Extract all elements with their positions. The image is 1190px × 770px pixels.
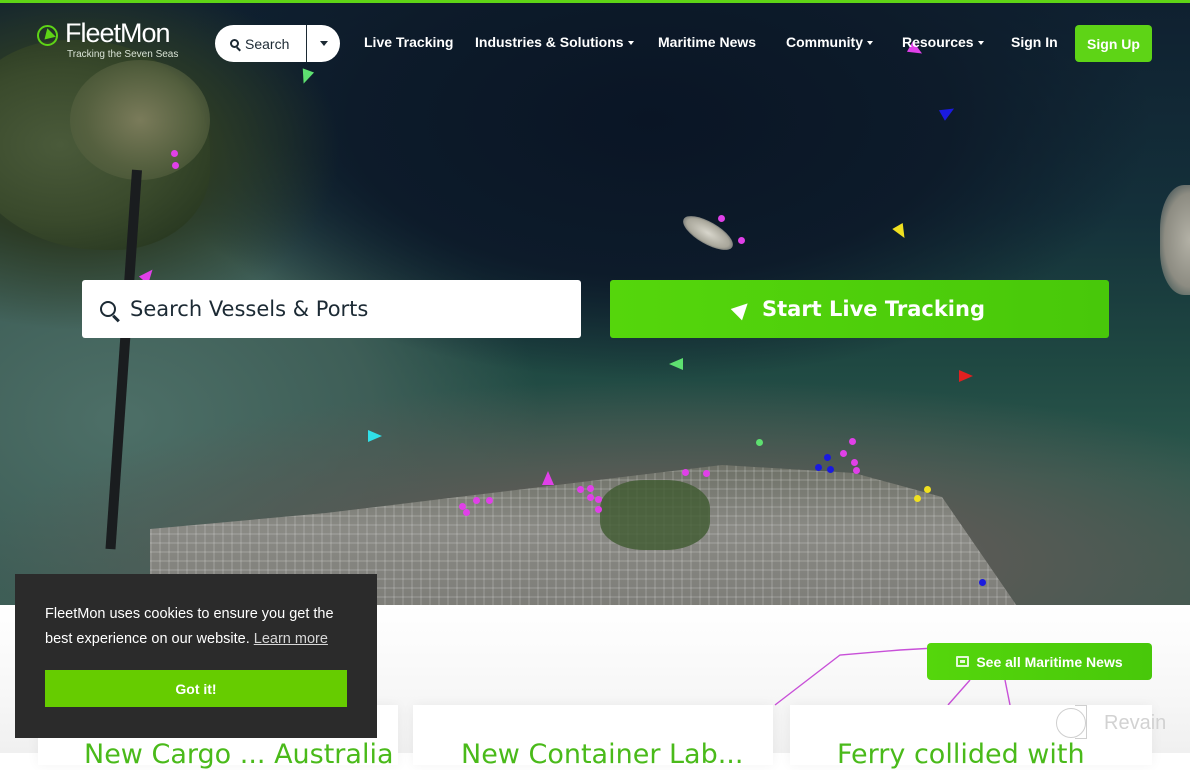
route-line-2 <box>947 679 971 706</box>
vessel-marker-arrow-icon[interactable] <box>959 370 973 382</box>
vessel-marker-arrow-icon[interactable] <box>892 222 910 242</box>
vessel-marker-arrow-icon[interactable] <box>938 103 958 121</box>
see-all-news-label: See all Maritime News <box>976 653 1123 670</box>
news-card-title[interactable]: Ferry collided with <box>837 739 1085 770</box>
search-icon <box>100 301 116 317</box>
chevron-down-icon <box>627 41 634 46</box>
chevron-down-icon <box>977 41 984 46</box>
vessel-marker-dot[interactable] <box>840 450 847 457</box>
news-card-title[interactable]: New Container Lab... <box>461 739 743 770</box>
nav-resources[interactable]: Resources <box>902 34 984 50</box>
vessel-marker-dot[interactable] <box>853 467 860 474</box>
nav-industries-solutions[interactable]: Industries & Solutions <box>475 34 634 50</box>
sign-in-label: Sign In <box>1011 34 1058 50</box>
search-icon <box>230 39 239 48</box>
vessel-marker-arrow-icon[interactable] <box>542 471 554 485</box>
nav-search-label: Search <box>245 35 290 52</box>
nav-community[interactable]: Community <box>786 34 873 50</box>
vessel-marker-dot[interactable] <box>595 496 602 503</box>
top-accent-bar <box>0 0 1190 3</box>
news-card-title[interactable]: New Cargo ... Australia <box>84 739 394 770</box>
nav-link-label: Community <box>786 34 863 50</box>
cookie-message-text: FleetMon uses cookies to ensure you get … <box>45 602 347 652</box>
vessel-marker-dot[interactable] <box>718 215 725 222</box>
start-live-tracking-button[interactable]: Start Live Tracking <box>610 280 1109 338</box>
vessel-marker-arrow-icon[interactable] <box>669 358 683 370</box>
vessel-marker-dot[interactable] <box>849 438 856 445</box>
nav-sign-in[interactable]: Sign In <box>1011 34 1058 50</box>
nav-link-label: Maritime News <box>658 34 757 50</box>
revain-logo-icon <box>1056 705 1087 739</box>
vessel-marker-dot[interactable] <box>979 579 986 586</box>
chevron-down-icon <box>867 41 873 46</box>
vessel-marker-dot[interactable] <box>473 497 480 504</box>
cookie-consent-banner: FleetMon uses cookies to ensure you get … <box>15 574 377 738</box>
sign-up-button[interactable]: Sign Up <box>1075 25 1152 62</box>
vessel-marker-dot[interactable] <box>824 454 831 461</box>
nav-search-dropdown-toggle[interactable] <box>307 41 340 46</box>
vessel-marker-dot[interactable] <box>703 470 710 477</box>
learn-more-link[interactable]: Learn more <box>254 631 328 647</box>
revain-text: Revain <box>1104 711 1167 734</box>
nav-link-label: Resources <box>902 34 974 50</box>
nav-link-label: Live Tracking <box>364 34 454 50</box>
vessel-marker-dot[interactable] <box>587 485 594 492</box>
vessel-marker-dot[interactable] <box>827 466 834 473</box>
map-island-treasure <box>1160 185 1190 295</box>
vessel-marker-dot[interactable] <box>682 469 689 476</box>
nav-maritime-news[interactable]: Maritime News <box>658 34 756 50</box>
vessel-marker-dot[interactable] <box>924 486 931 493</box>
vessel-marker-dot[interactable] <box>851 459 858 466</box>
vessel-marker-dot[interactable] <box>172 162 179 169</box>
vessel-marker-dot[interactable] <box>486 497 493 504</box>
logo-name: FleetMon <box>65 18 171 48</box>
nav-live-tracking[interactable]: Live Tracking <box>364 34 453 50</box>
news-card[interactable]: New Container Lab... <box>413 705 773 770</box>
route-line-3 <box>1004 679 1011 706</box>
vessel-marker-dot[interactable] <box>756 439 763 446</box>
nav-search-button[interactable]: Search <box>215 25 340 62</box>
map-park <box>600 480 710 550</box>
vessel-marker-dot[interactable] <box>463 509 470 516</box>
vessel-port-search-field[interactable] <box>82 280 581 338</box>
revain-watermark: Revain <box>1056 705 1167 739</box>
vessel-marker-dot[interactable] <box>171 150 178 157</box>
vessel-marker-dot[interactable] <box>595 506 602 513</box>
start-live-tracking-label: Start Live Tracking <box>761 297 985 321</box>
logo-tagline: Tracking the Seven Seas <box>67 49 179 60</box>
vessel-port-search-input[interactable] <box>128 296 552 322</box>
vessel-marker-arrow-icon[interactable] <box>368 430 382 442</box>
see-all-maritime-news-button[interactable]: See all Maritime News <box>927 643 1152 680</box>
map-land-marin-hills <box>70 60 210 180</box>
vessel-marker-arrow-icon[interactable] <box>297 68 315 86</box>
newspaper-icon <box>956 656 970 667</box>
nav-search-main[interactable]: Search <box>215 25 307 62</box>
vessel-marker-dot[interactable] <box>738 237 745 244</box>
map-island-alcatraz <box>678 209 738 257</box>
logo-compass-icon <box>37 25 58 46</box>
route-line-1 <box>774 647 936 706</box>
chevron-down-icon <box>319 41 328 46</box>
nav-link-label: Industries & Solutions <box>475 34 624 50</box>
location-arrow-icon <box>730 297 754 321</box>
vessel-marker-dot[interactable] <box>577 486 584 493</box>
vessel-marker-dot[interactable] <box>815 464 822 471</box>
vessel-marker-dot[interactable] <box>914 495 921 502</box>
cookie-accept-button[interactable]: Got it! <box>45 670 347 707</box>
vessel-marker-dot[interactable] <box>587 494 594 501</box>
